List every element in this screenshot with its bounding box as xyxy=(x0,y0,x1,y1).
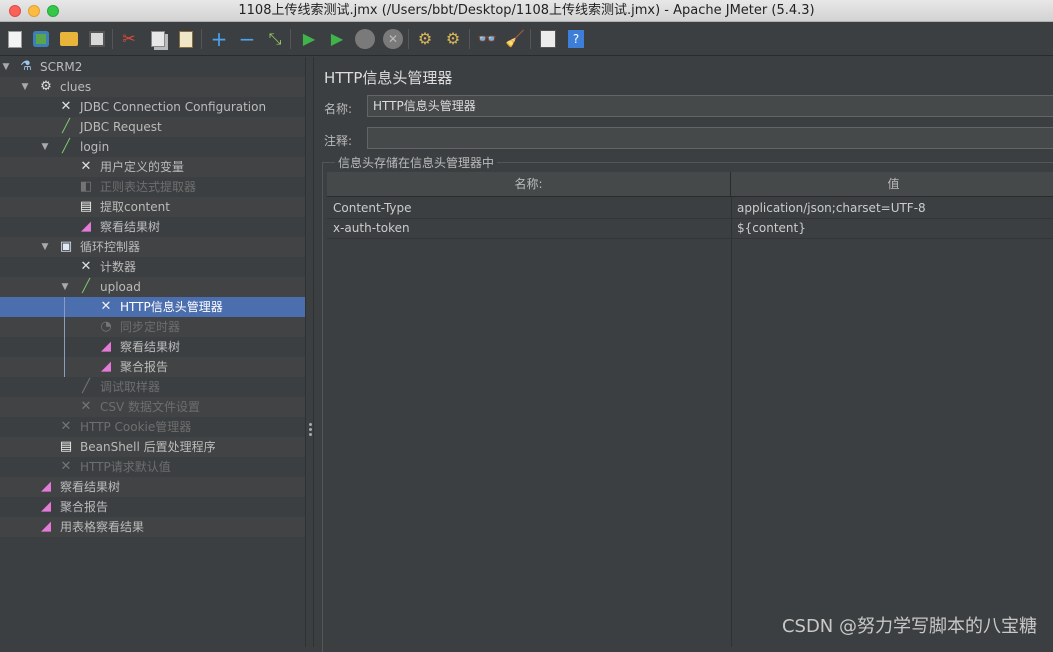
document-icon: ▤ xyxy=(58,439,74,455)
headers-group-title: 信息头存储在信息头管理器中 xyxy=(335,154,497,171)
tree-item-jdbc-connection[interactable]: ✕ JDBC Connection Configuration xyxy=(0,97,305,117)
expand-arrow-icon[interactable]: ▼ xyxy=(59,277,71,297)
wrench-icon: ✕ xyxy=(58,419,74,435)
expand-arrow-icon[interactable]: ▼ xyxy=(19,77,31,97)
wrench-icon: ✕ xyxy=(78,259,94,275)
chart-icon: ◢ xyxy=(98,359,114,375)
tree-item-user-variables[interactable]: ✕ 用户定义的变量 xyxy=(0,157,305,177)
tree-item-upload[interactable]: ▼ ╱ upload xyxy=(0,277,305,297)
tree-item-aggregate-report[interactable]: ◢ 聚合报告 xyxy=(0,357,305,377)
reset-search-icon[interactable]: 🧹 xyxy=(503,27,527,51)
search-icon[interactable]: 👓 xyxy=(475,27,499,51)
comment-label: 注释: xyxy=(324,132,352,149)
help-icon[interactable]: ? xyxy=(564,27,588,51)
expand-arrow-icon[interactable]: ▼ xyxy=(39,137,51,157)
clear-icon[interactable]: ⚙ xyxy=(413,27,437,51)
pipette-icon: ╱ xyxy=(58,139,74,155)
wrench-icon: ✕ xyxy=(98,299,114,315)
minimize-window-button[interactable] xyxy=(28,5,40,17)
start-no-pause-icon[interactable]: ▶ xyxy=(325,27,349,51)
split-pane-divider[interactable] xyxy=(305,57,314,647)
pipette-icon: ╱ xyxy=(78,379,94,395)
table-cell-value[interactable]: application/json;charset=UTF-8 xyxy=(731,198,1053,218)
gear-icon: ⚙ xyxy=(38,79,54,95)
expand-icon[interactable]: + xyxy=(207,27,231,51)
wrench-icon: ✕ xyxy=(58,99,74,115)
column-header-name[interactable]: 名称: xyxy=(327,172,731,197)
expand-arrow-icon[interactable]: ▼ xyxy=(39,237,51,257)
test-plan-tree: ▼ ⚗ SCRM2 ▼ ⚙ clues ✕ JDBC Connection Co… xyxy=(0,57,305,647)
name-field[interactable]: HTTP信息头管理器 xyxy=(367,95,1053,117)
expand-arrow-icon[interactable]: ▼ xyxy=(0,57,12,77)
chart-icon: ◢ xyxy=(78,219,94,235)
tree-item-view-results-tree-3[interactable]: ◢ 察看结果树 xyxy=(0,477,305,497)
paste-icon[interactable] xyxy=(174,27,198,51)
tree-item-extract-content[interactable]: ▤ 提取content xyxy=(0,197,305,217)
pipette-icon: ╱ xyxy=(58,119,74,135)
column-header-value[interactable]: 值 xyxy=(731,172,1053,197)
wrench-icon: ✕ xyxy=(78,159,94,175)
timer-icon: ◔ xyxy=(98,319,114,335)
collapse-icon[interactable]: − xyxy=(235,27,259,51)
tree-item-regex-extractor[interactable]: ◧ 正则表达式提取器 xyxy=(0,177,305,197)
element-editor-panel: HTTP信息头管理器 名称: HTTP信息头管理器 注释: 信息头存储在信息头管… xyxy=(314,57,1053,647)
tree-item-http-cookie-manager[interactable]: ✕ HTTP Cookie管理器 xyxy=(0,417,305,437)
tree-item-counter[interactable]: ✕ 计数器 xyxy=(0,257,305,277)
tree-item-jdbc-request[interactable]: ╱ JDBC Request xyxy=(0,117,305,137)
new-icon[interactable] xyxy=(3,27,27,51)
templates-icon[interactable] xyxy=(29,27,53,51)
table-cell-name[interactable]: Content-Type xyxy=(327,198,731,218)
tree-item-view-results-tree-2[interactable]: ◢ 察看结果树 xyxy=(0,337,305,357)
tree-item-debug-sampler[interactable]: ╱ 调试取样器 xyxy=(0,377,305,397)
pipette-icon: ╱ xyxy=(78,279,94,295)
chart-icon: ◢ xyxy=(38,479,54,495)
window-title: 1108上传线索测试.jmx (/Users/bbt/Desktop/1108上… xyxy=(238,3,814,18)
chart-icon: ◢ xyxy=(38,519,54,535)
title-bar: 1108上传线索测试.jmx (/Users/bbt/Desktop/1108上… xyxy=(0,0,1053,22)
headers-table: 名称: 值 Content-Type application/json;char… xyxy=(327,172,1053,647)
controller-icon: ▣ xyxy=(58,239,74,255)
tree-item-beanshell-postprocessor[interactable]: ▤ BeanShell 后置处理程序 xyxy=(0,437,305,457)
tree-item-login[interactable]: ▼ ╱ login xyxy=(0,137,305,157)
document-icon: ▤ xyxy=(78,199,94,215)
tree-guide-line xyxy=(64,297,65,377)
tree-item-http-header-manager[interactable]: ✕ HTTP信息头管理器 xyxy=(0,297,305,317)
watermark-text: CSDN @努力学写脚本的八宝糖 xyxy=(782,612,1037,638)
save-icon[interactable] xyxy=(85,27,109,51)
tree-item-aggregate-report-2[interactable]: ◢ 聚合报告 xyxy=(0,497,305,517)
shutdown-icon[interactable]: ✕ xyxy=(381,27,405,51)
chart-icon: ◢ xyxy=(38,499,54,515)
clear-all-icon[interactable]: ⚙ xyxy=(441,27,465,51)
tree-item-view-results-tree[interactable]: ◢ 察看结果树 xyxy=(0,217,305,237)
zoom-window-button[interactable] xyxy=(47,5,59,17)
table-cell-value[interactable]: ${content} xyxy=(731,218,1053,238)
wrench-icon: ✕ xyxy=(78,399,94,415)
copy-icon[interactable] xyxy=(146,27,170,51)
chart-icon: ◢ xyxy=(98,339,114,355)
tree-item-view-results-table[interactable]: ◢ 用表格察看结果 xyxy=(0,517,305,537)
close-window-button[interactable] xyxy=(9,5,21,17)
name-label: 名称: xyxy=(324,100,352,117)
tree-item-http-request-defaults[interactable]: ✕ HTTP请求默认值 xyxy=(0,457,305,477)
tree-item-csv-data-set[interactable]: ✕ CSV 数据文件设置 xyxy=(0,397,305,417)
open-icon[interactable] xyxy=(57,27,81,51)
table-cell-name[interactable]: x-auth-token xyxy=(327,218,731,238)
flask-icon: ⚗ xyxy=(18,59,34,75)
stop-icon[interactable] xyxy=(353,27,377,51)
panel-title: HTTP信息头管理器 xyxy=(324,67,452,88)
tree-item-scrm2[interactable]: ▼ ⚗ SCRM2 xyxy=(0,57,305,77)
function-helper-icon[interactable] xyxy=(536,27,560,51)
comment-field[interactable] xyxy=(367,127,1053,149)
extractor-icon: ◧ xyxy=(78,179,94,195)
cut-icon[interactable]: ✂ xyxy=(117,27,141,51)
tree-item-loop-controller[interactable]: ▼ ▣ 循环控制器 xyxy=(0,237,305,257)
start-icon[interactable]: ▶ xyxy=(297,27,321,51)
tree-item-sync-timer[interactable]: ◔ 同步定时器 xyxy=(0,317,305,337)
tree-item-clues[interactable]: ▼ ⚙ clues xyxy=(0,77,305,97)
toggle-icon[interactable]: ⤡ xyxy=(263,27,287,51)
toolbar: ✂ + − ⤡ ▶ ▶ ✕ ⚙ ⚙ 👓 🧹 ? xyxy=(0,22,1053,56)
wrench-icon: ✕ xyxy=(58,459,74,475)
